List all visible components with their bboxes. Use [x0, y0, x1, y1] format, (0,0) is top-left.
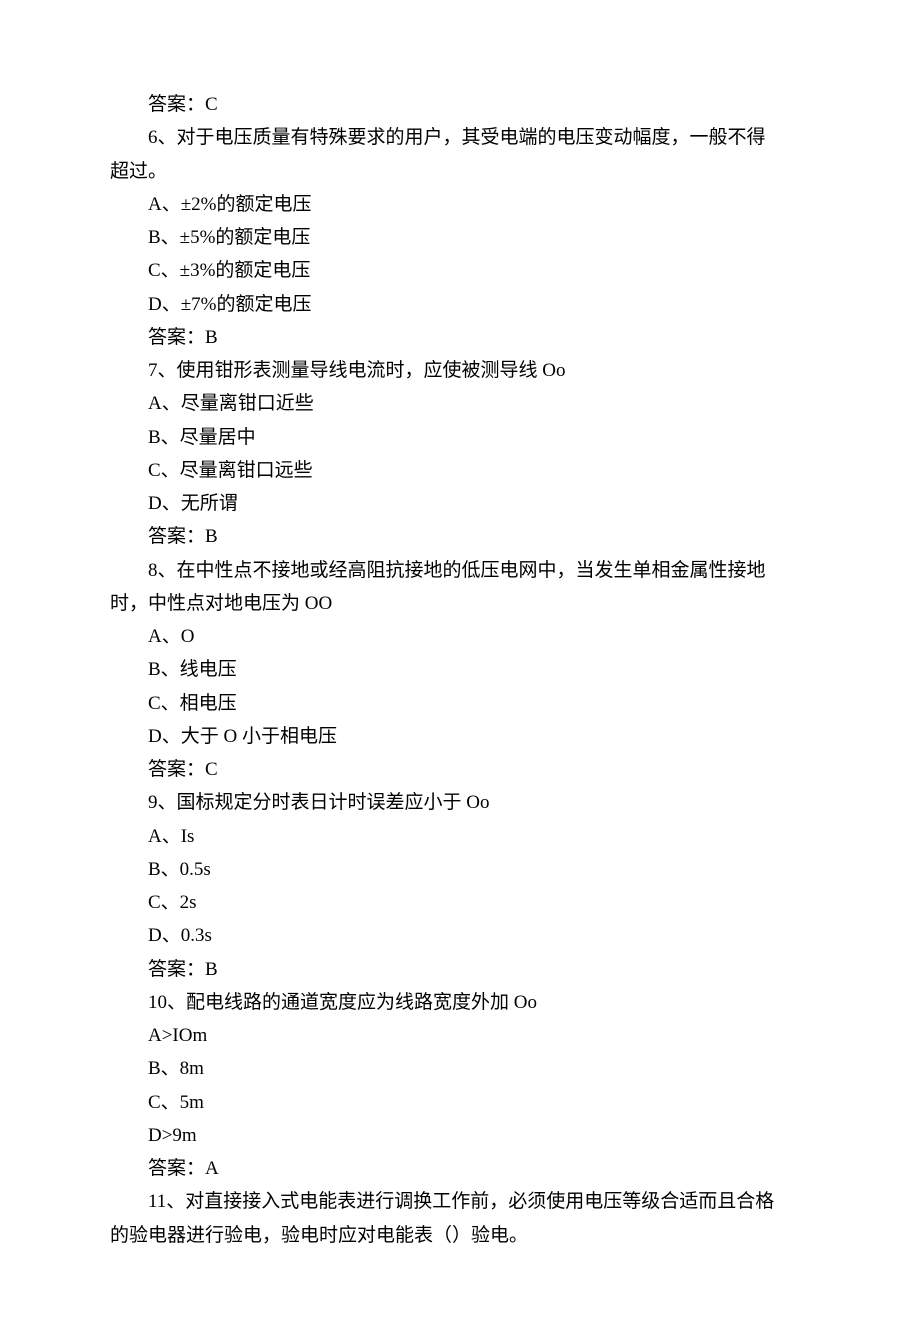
- q8-option-d: D、大于 O 小于相电压: [110, 720, 810, 753]
- q7-option-a: A、尽量离钳口近些: [110, 387, 810, 420]
- q6-option-c: C、±3%的额定电压: [110, 254, 810, 287]
- question-10: 10、配电线路的通道宽度应为线路宽度外加 Oo: [110, 986, 810, 1019]
- q7-option-d: D、无所谓: [110, 487, 810, 520]
- q10-option-d: D>9m: [110, 1119, 810, 1152]
- q6-option-a: A、±2%的额定电压: [110, 188, 810, 221]
- q9-option-d: D、0.3s: [110, 919, 810, 952]
- answer-5: 答案：C: [110, 88, 810, 121]
- q7-option-c: C、尽量离钳口远些: [110, 454, 810, 487]
- answer-9: 答案：B: [110, 953, 810, 986]
- q8-option-a: A、O: [110, 620, 810, 653]
- answer-8: 答案：C: [110, 753, 810, 786]
- answer-6: 答案：B: [110, 321, 810, 354]
- q9-option-a: A、Is: [110, 820, 810, 853]
- answer-10: 答案：A: [110, 1152, 810, 1185]
- q8-option-c: C、相电压: [110, 687, 810, 720]
- q7-option-b: B、尽量居中: [110, 421, 810, 454]
- q10-option-b: B、8m: [110, 1052, 810, 1085]
- question-7: 7、使用钳形表测量导线电流时，应使被测导线 Oo: [110, 354, 810, 387]
- question-11-line2: 的验电器进行验电，验电时应对电能表（）验电。: [110, 1219, 810, 1252]
- question-8-line1: 8、在中性点不接地或经高阻抗接地的低压电网中，当发生单相金属性接地: [110, 554, 810, 587]
- q6-option-b: B、±5%的额定电压: [110, 221, 810, 254]
- question-6-line1: 6、对于电压质量有特殊要求的用户，其受电端的电压变动幅度，一般不得: [110, 121, 810, 154]
- question-11-line1: 11、对直接接入式电能表进行调换工作前，必须使用电压等级合适而且合格: [110, 1185, 810, 1218]
- q9-option-c: C、2s: [110, 886, 810, 919]
- q8-option-b: B、线电压: [110, 653, 810, 686]
- q10-option-a: A>IOm: [110, 1019, 810, 1052]
- question-8-line2: 时，中性点对地电压为 OO: [110, 587, 810, 620]
- q9-option-b: B、0.5s: [110, 853, 810, 886]
- answer-7: 答案：B: [110, 520, 810, 553]
- question-9: 9、国标规定分时表日计时误差应小于 Oo: [110, 786, 810, 819]
- q10-option-c: C、5m: [110, 1086, 810, 1119]
- question-6-line2: 超过。: [110, 155, 810, 188]
- q6-option-d: D、±7%的额定电压: [110, 288, 810, 321]
